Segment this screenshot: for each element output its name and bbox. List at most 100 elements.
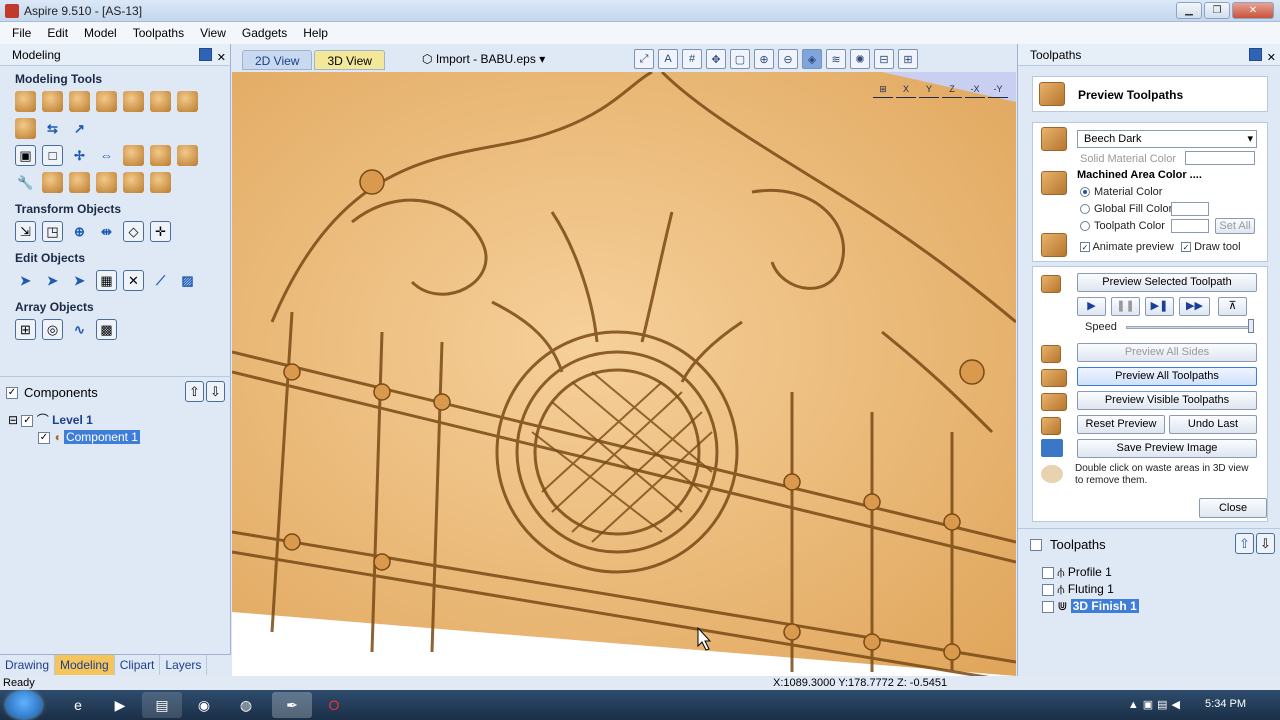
menu-file[interactable]: File: [4, 26, 39, 40]
view-x-button[interactable]: X: [896, 80, 916, 98]
chrome-icon[interactable]: ◍: [226, 692, 266, 718]
preview-all-toolpaths-button[interactable]: Preview All Toolpaths: [1077, 367, 1257, 386]
mirror-icon[interactable]: ✢: [69, 145, 90, 166]
toolpath-row-3d-finish[interactable]: ⋓ 3D Finish 1: [1042, 599, 1139, 616]
start-button[interactable]: [6, 691, 42, 719]
scale-model-icon[interactable]: ▣: [15, 145, 36, 166]
toolpath-row-profile[interactable]: ⫛ Profile 1: [1042, 565, 1139, 582]
undo-last-button[interactable]: Undo Last: [1169, 415, 1257, 434]
material-dropdown[interactable]: Beech Dark ▾: [1077, 130, 1257, 148]
tab-clipart[interactable]: Clipart: [115, 655, 161, 675]
view-neg-x-button[interactable]: -X: [965, 80, 985, 98]
bake-icon[interactable]: [177, 145, 198, 166]
split-view-icon[interactable]: ⊟: [874, 49, 894, 69]
pause-button[interactable]: ❚❚: [1111, 297, 1140, 316]
tile-view-icon[interactable]: ⊞: [898, 49, 918, 69]
speed-slider-handle[interactable]: [1248, 319, 1254, 333]
set-all-button[interactable]: Set All: [1215, 218, 1255, 234]
close-button[interactable]: Close: [1199, 498, 1267, 518]
media-player-icon[interactable]: ▶: [100, 692, 140, 718]
circular-copy-icon[interactable]: ◎: [42, 319, 63, 340]
menu-model[interactable]: Model: [76, 26, 125, 40]
tilt-icon[interactable]: [177, 91, 198, 112]
view-z-button[interactable]: Z: [942, 80, 962, 98]
bell-icon[interactable]: [123, 172, 144, 193]
texture-icon[interactable]: [42, 172, 63, 193]
sculpt-icon[interactable]: [96, 91, 117, 112]
two-rail-sweep-icon[interactable]: [42, 91, 63, 112]
move-icon[interactable]: ⇲: [15, 221, 36, 242]
maximize-button[interactable]: ❐: [1204, 2, 1230, 19]
view-iso-button[interactable]: ⊞: [873, 80, 893, 98]
stack-icon[interactable]: [150, 172, 171, 193]
split-icon[interactable]: ⇆: [42, 118, 63, 139]
file-explorer-icon[interactable]: ▤: [142, 692, 182, 718]
reset-preview-button[interactable]: Reset Preview: [1077, 415, 1165, 434]
aspire-taskbar-icon[interactable]: ✒: [272, 692, 312, 718]
material-color-radio[interactable]: Material Color: [1080, 186, 1162, 198]
align-icon[interactable]: ✛: [150, 221, 171, 242]
menu-view[interactable]: View: [192, 26, 234, 40]
speed-slider[interactable]: [1126, 326, 1254, 329]
view-neg-y-button[interactable]: -Y: [988, 80, 1008, 98]
node-edit-icon[interactable]: ➤: [42, 270, 63, 291]
pin-icon[interactable]: [199, 48, 212, 61]
tab-2d-view[interactable]: 2D View: [242, 50, 313, 70]
pin-icon[interactable]: [1249, 48, 1262, 61]
preview-visible-toolpaths-button[interactable]: Preview Visible Toolpaths: [1077, 391, 1257, 410]
toolpath-row-fluting[interactable]: ⫛ Fluting 1: [1042, 582, 1139, 599]
animate-preview-checkbox[interactable]: ✓ Animate preview: [1080, 241, 1174, 253]
rotate-icon[interactable]: ⊕: [69, 221, 90, 242]
move-down-icon[interactable]: ⇩: [206, 381, 225, 402]
mirror-transform-icon[interactable]: ⇹: [96, 221, 117, 242]
grid-icon[interactable]: #: [682, 49, 702, 69]
menu-toolpaths[interactable]: Toolpaths: [125, 26, 192, 40]
transform-select-icon[interactable]: ➤: [69, 270, 90, 291]
3d-viewport[interactable]: ⊞ X Y Z -X -Y: [232, 72, 1016, 676]
import-component-icon[interactable]: [15, 118, 36, 139]
pan-icon[interactable]: ✥: [706, 49, 726, 69]
toolpath-color-radio[interactable]: Toolpath Color: [1080, 220, 1165, 232]
close-icon[interactable]: ✕: [217, 47, 226, 69]
arch-icon[interactable]: [96, 172, 117, 193]
tab-drawing[interactable]: Drawing: [0, 655, 56, 675]
toolpath-up-icon[interactable]: ⇧: [1235, 533, 1254, 554]
toolpaths-master-checkbox[interactable]: [1030, 538, 1042, 551]
components-checkbox[interactable]: ✓: [6, 386, 18, 399]
zoom-fit-icon[interactable]: ⤢: [634, 49, 654, 69]
close-window-button[interactable]: ✕: [1232, 2, 1274, 19]
tab-layers[interactable]: Layers: [160, 655, 208, 675]
view-y-button[interactable]: Y: [919, 80, 939, 98]
layers-view-icon[interactable]: ≋: [826, 49, 846, 69]
tab-3d-view[interactable]: 3D View: [314, 50, 385, 70]
opera-icon[interactable]: O: [314, 692, 354, 718]
preview-selected-toolpath-button[interactable]: Preview Selected Toolpath: [1077, 273, 1257, 292]
scale-icon[interactable]: ◳: [42, 221, 63, 242]
global-fill-color-radio[interactable]: Global Fill Color: [1080, 203, 1172, 215]
view-text-icon[interactable]: A: [658, 49, 678, 69]
preview-all-sides-button[interactable]: Preview All Sides: [1077, 343, 1257, 362]
import-dropdown[interactable]: ⬡ Import - BABU.eps ▾: [422, 52, 545, 66]
move-up-icon[interactable]: ⇧: [185, 381, 204, 402]
tray-icons[interactable]: ▲▣▤◀: [1128, 698, 1184, 711]
tree-level-row[interactable]: ⊟ ✓ ⌒ Level 1: [8, 412, 140, 429]
toolpath-color-dropdown[interactable]: [1171, 219, 1209, 233]
menu-edit[interactable]: Edit: [39, 26, 76, 40]
show-toolpath-icon[interactable]: ◈: [802, 49, 822, 69]
solid-color-dropdown[interactable]: [1185, 151, 1255, 165]
firefox-icon[interactable]: ◉: [184, 692, 224, 718]
dome-icon[interactable]: [69, 172, 90, 193]
extrude-icon[interactable]: [69, 91, 90, 112]
nest-icon[interactable]: ▩: [96, 319, 117, 340]
fast-forward-button[interactable]: ▶▶: [1179, 297, 1210, 316]
create-shape-icon[interactable]: [15, 91, 36, 112]
wrench-icon[interactable]: 🔧: [15, 172, 36, 193]
step-button[interactable]: ▶❚: [1145, 297, 1174, 316]
distort-transform-icon[interactable]: ◇: [123, 221, 144, 242]
interactive-select-icon[interactable]: ▦: [96, 270, 117, 291]
tree-component-row[interactable]: ✓ ◖ Component 1: [8, 429, 140, 446]
minimize-button[interactable]: ▁: [1176, 2, 1202, 19]
copy-along-vectors-icon[interactable]: ∿: [69, 319, 90, 340]
select-icon[interactable]: ➤: [15, 270, 36, 291]
create-texture-icon[interactable]: [123, 91, 144, 112]
